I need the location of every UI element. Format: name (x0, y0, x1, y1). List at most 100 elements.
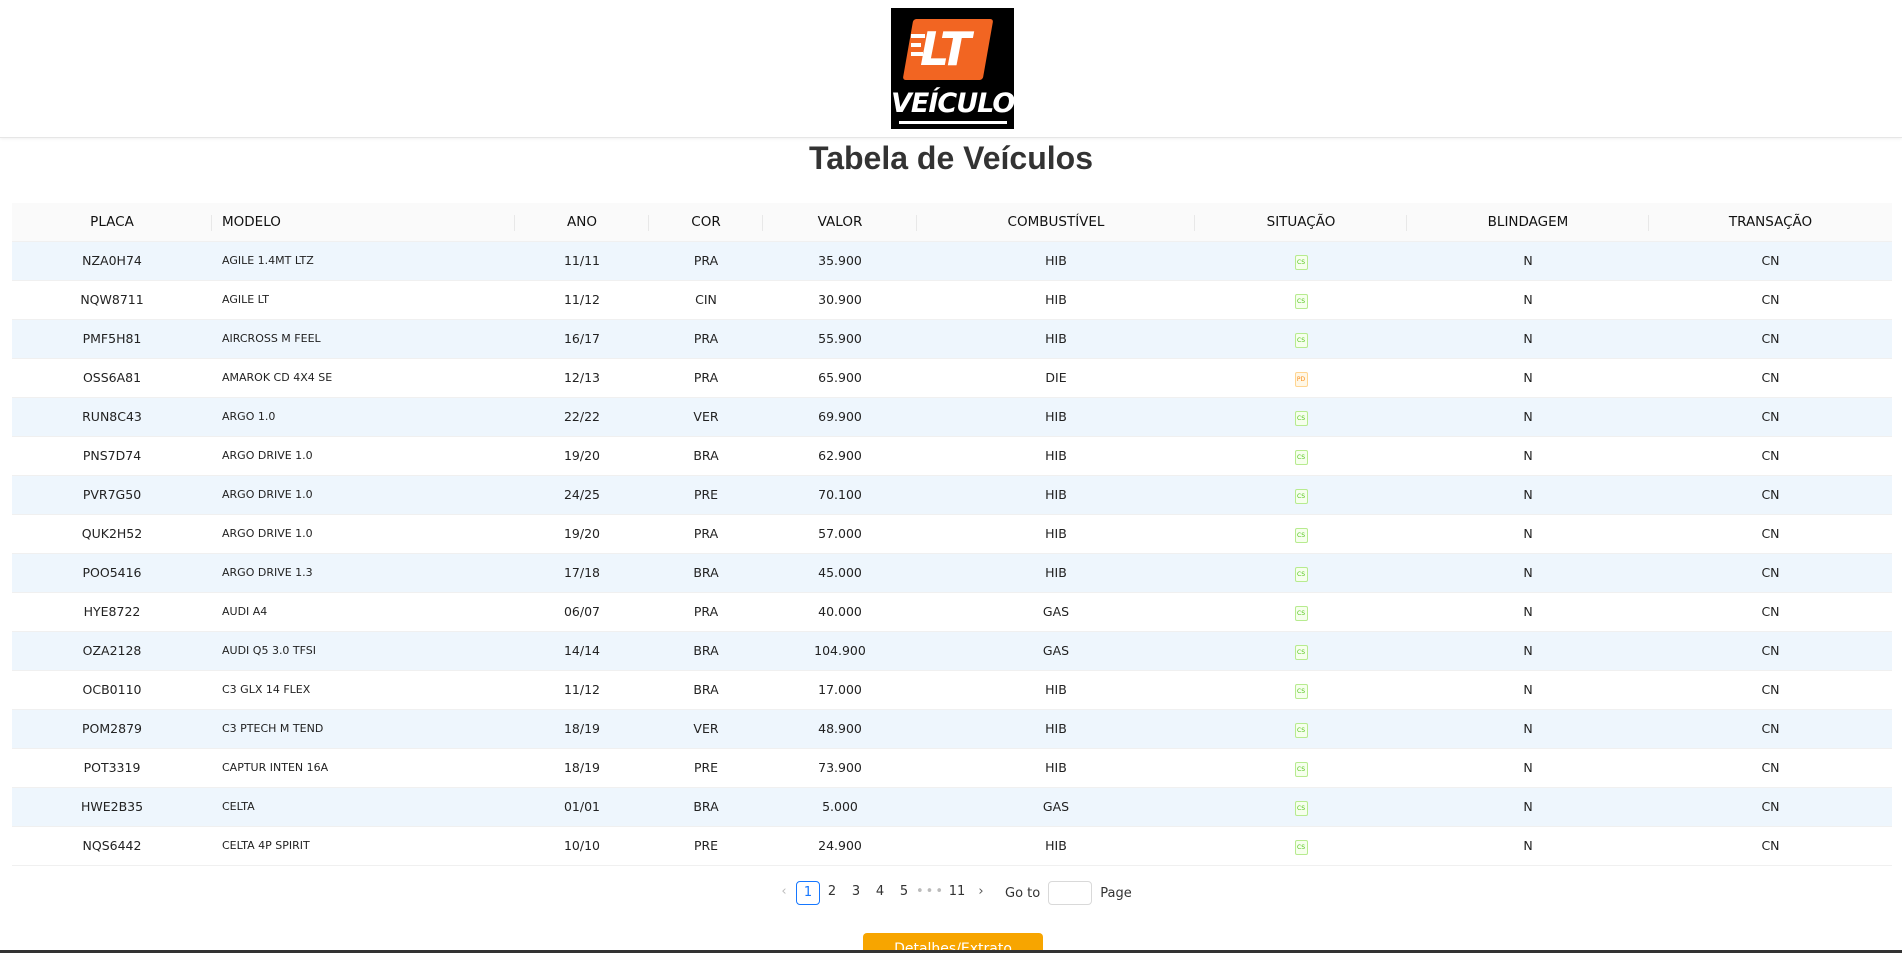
cell-valor: 35.900 (763, 241, 917, 281)
status-badge: CS (1294, 332, 1308, 348)
page-button-5[interactable]: 5 (892, 881, 916, 905)
cell-transacao: CN (1649, 358, 1892, 398)
status-badge: CS (1294, 722, 1308, 738)
cell-transacao: CN (1649, 787, 1892, 827)
cell-valor: 70.100 (763, 475, 917, 515)
cell-combustivel: GAS (917, 592, 1195, 632)
cell-blindagem: N (1407, 631, 1649, 671)
cell-modelo: CELTA 4P SPIRIT (212, 826, 515, 866)
column-header-situacao[interactable]: SITUAÇÃO (1195, 203, 1407, 242)
table-row[interactable]: RUN8C43 ARGO 1.0 22/22 VER 69.900 HIB CS N CN (12, 397, 1892, 437)
column-header-modelo[interactable]: MODELO (212, 203, 515, 242)
cell-situacao: CS (1195, 631, 1407, 671)
table-row[interactable]: PVR7G50 ARGO DRIVE 1.0 24/25 PRE 70.100 HIB CS… (12, 475, 1892, 515)
page-button-4[interactable]: 4 (868, 881, 892, 905)
table-row[interactable]: OCB0110 C3 GLX 14 FLEX 11/12 BRA 17.000 HIB CS… (12, 670, 1892, 710)
column-header-transacao[interactable]: TRANSAÇÃO (1649, 203, 1892, 242)
cell-valor: 69.900 (763, 397, 917, 437)
cell-modelo: AUDI A4 (212, 592, 515, 632)
cell-situacao: CS (1195, 280, 1407, 320)
cell-ano: 14/14 (515, 631, 649, 671)
table-row[interactable]: POM2879 C3 PTECH M TEND 18/19 VER 48.900 HIB C… (12, 709, 1892, 749)
status-badge: CS (1294, 566, 1308, 582)
cell-cor: PRA (649, 514, 763, 554)
cell-cor: PRA (649, 592, 763, 632)
cell-valor: 55.900 (763, 319, 917, 359)
table-row[interactable]: QUK2H52 ARGO DRIVE 1.0 19/20 PRA 57.000 HIB CS… (12, 514, 1892, 554)
cell-transacao: CN (1649, 397, 1892, 437)
cell-valor: 65.900 (763, 358, 917, 398)
table-row[interactable]: PNS7D74 ARGO DRIVE 1.0 19/20 BRA 62.900 HIB CS… (12, 436, 1892, 476)
cell-situacao: CS (1195, 436, 1407, 476)
cell-transacao: CN (1649, 475, 1892, 515)
chevron-left-icon[interactable]: ‹ (772, 881, 796, 905)
status-badge: CS (1294, 410, 1308, 426)
table-row[interactable]: POT3319 CAPTUR INTEN 16A 18/19 PRE 73.900 HIB… (12, 748, 1892, 788)
column-header-blindagem[interactable]: BLINDAGEM (1407, 203, 1649, 242)
cell-placa: PMF5H81 (12, 319, 212, 359)
page-button-1[interactable]: 1 (796, 881, 820, 905)
page-button-2[interactable]: 2 (820, 881, 844, 905)
cell-cor: BRA (649, 787, 763, 827)
goto-group: Go to Page (1005, 881, 1132, 905)
page-button-last[interactable]: 11 (945, 881, 969, 905)
chevron-right-icon[interactable]: › (969, 881, 993, 905)
cell-valor: 5.000 (763, 787, 917, 827)
cell-ano: 01/01 (515, 787, 649, 827)
cell-valor: 45.000 (763, 553, 917, 593)
cell-ano: 06/07 (515, 592, 649, 632)
cell-cor: VER (649, 397, 763, 437)
cell-cor: BRA (649, 553, 763, 593)
column-header-cor[interactable]: COR (649, 203, 763, 242)
goto-page-input[interactable] (1048, 881, 1093, 905)
cell-combustivel: GAS (917, 631, 1195, 671)
cell-blindagem: N (1407, 553, 1649, 593)
cell-placa: QUK2H52 (12, 514, 212, 554)
cell-situacao: CS (1195, 670, 1407, 710)
column-header-valor[interactable]: VALOR (763, 203, 917, 242)
table-row[interactable]: HWE2B35 CELTA 01/01 BRA 5.000 GAS CS N CN (12, 787, 1892, 827)
cell-cor: BRA (649, 436, 763, 476)
table-body: NZA0H74 AGILE 1.4MT LTZ 11/11 PRA 35.900 HIB C… (12, 241, 1892, 866)
table-row[interactable]: NQW8711 AGILE LT 11/12 CIN 30.900 HIB CS N CN (12, 280, 1892, 320)
cell-blindagem: N (1407, 397, 1649, 437)
cell-ano: 11/12 (515, 670, 649, 710)
table-row[interactable]: NZA0H74 AGILE 1.4MT LTZ 11/11 PRA 35.900 HIB C… (12, 241, 1892, 281)
table-row[interactable]: OSS6A81 AMAROK CD 4X4 SE 12/13 PRA 65.900 DIE… (12, 358, 1892, 398)
cell-transacao: CN (1649, 514, 1892, 554)
table-row[interactable]: PMF5H81 AIRCROSS M FEEL 16/17 PRA 55.900 HIB C… (12, 319, 1892, 359)
cell-blindagem: N (1407, 709, 1649, 749)
cell-placa: POT3319 (12, 748, 212, 788)
cell-modelo: CELTA (212, 787, 515, 827)
cell-combustivel: DIE (917, 358, 1195, 398)
page-ellipsis[interactable]: ••• (916, 881, 945, 905)
cell-valor: 73.900 (763, 748, 917, 788)
status-badge: CS (1294, 800, 1308, 816)
cell-blindagem: N (1407, 241, 1649, 281)
cell-modelo: ARGO DRIVE 1.3 (212, 553, 515, 593)
cell-combustivel: HIB (917, 670, 1195, 710)
page-button-3[interactable]: 3 (844, 881, 868, 905)
page-label: Page (1100, 885, 1132, 901)
logo-wordmark: VEÍCULOS (891, 88, 1014, 119)
status-badge: CS (1294, 839, 1308, 855)
cell-combustivel: HIB (917, 319, 1195, 359)
table-row[interactable]: HYE8722 AUDI A4 06/07 PRA 40.000 GAS CS N CN (12, 592, 1892, 632)
cell-valor: 48.900 (763, 709, 917, 749)
cell-situacao: CS (1195, 241, 1407, 281)
cell-transacao: CN (1649, 748, 1892, 788)
table-row[interactable]: OZA2128 AUDI Q5 3.0 TFSI 14/14 BRA 104.900 GA… (12, 631, 1892, 671)
cell-placa: RUN8C43 (12, 397, 212, 437)
column-header-combustivel[interactable]: COMBUSTÍVEL (917, 203, 1195, 242)
table-row[interactable]: NQS6442 CELTA 4P SPIRIT 10/10 PRE 24.900 HIB C… (12, 826, 1892, 866)
status-badge: CS (1294, 683, 1308, 699)
cell-valor: 104.900 (763, 631, 917, 671)
table-row[interactable]: POO5416 ARGO DRIVE 1.3 17/18 BRA 45.000 HIB CS… (12, 553, 1892, 593)
cell-modelo: C3 GLX 14 FLEX (212, 670, 515, 710)
cell-blindagem: N (1407, 436, 1649, 476)
column-header-placa[interactable]: PLACA (12, 203, 212, 242)
column-header-ano[interactable]: ANO (515, 203, 649, 242)
cell-transacao: CN (1649, 280, 1892, 320)
cell-transacao: CN (1649, 319, 1892, 359)
cell-placa: PNS7D74 (12, 436, 212, 476)
